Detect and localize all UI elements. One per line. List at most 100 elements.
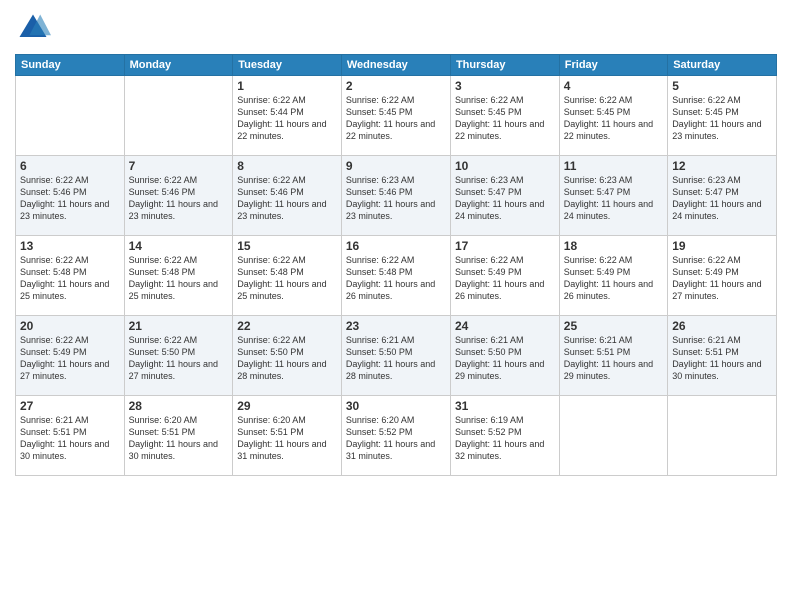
day-number: 20 — [20, 319, 120, 333]
calendar-cell — [124, 76, 233, 156]
day-info: Sunrise: 6:22 AM Sunset: 5:46 PM Dayligh… — [20, 174, 120, 223]
day-number: 12 — [672, 159, 772, 173]
calendar-week-5: 27Sunrise: 6:21 AM Sunset: 5:51 PM Dayli… — [16, 396, 777, 476]
calendar-cell: 3Sunrise: 6:22 AM Sunset: 5:45 PM Daylig… — [450, 76, 559, 156]
calendar-week-4: 20Sunrise: 6:22 AM Sunset: 5:49 PM Dayli… — [16, 316, 777, 396]
header — [15, 10, 777, 46]
day-info: Sunrise: 6:22 AM Sunset: 5:49 PM Dayligh… — [564, 254, 663, 303]
calendar-cell: 1Sunrise: 6:22 AM Sunset: 5:44 PM Daylig… — [233, 76, 342, 156]
calendar-cell: 20Sunrise: 6:22 AM Sunset: 5:49 PM Dayli… — [16, 316, 125, 396]
calendar-header-saturday: Saturday — [668, 55, 777, 76]
calendar-cell: 7Sunrise: 6:22 AM Sunset: 5:46 PM Daylig… — [124, 156, 233, 236]
day-info: Sunrise: 6:22 AM Sunset: 5:48 PM Dayligh… — [129, 254, 229, 303]
day-info: Sunrise: 6:21 AM Sunset: 5:51 PM Dayligh… — [564, 334, 663, 383]
day-number: 31 — [455, 399, 555, 413]
calendar-header-row: SundayMondayTuesdayWednesdayThursdayFrid… — [16, 55, 777, 76]
day-number: 24 — [455, 319, 555, 333]
day-number: 18 — [564, 239, 663, 253]
calendar-cell: 2Sunrise: 6:22 AM Sunset: 5:45 PM Daylig… — [341, 76, 450, 156]
day-number: 9 — [346, 159, 446, 173]
day-info: Sunrise: 6:20 AM Sunset: 5:51 PM Dayligh… — [129, 414, 229, 463]
calendar-cell: 28Sunrise: 6:20 AM Sunset: 5:51 PM Dayli… — [124, 396, 233, 476]
calendar-header-friday: Friday — [559, 55, 667, 76]
calendar-header-thursday: Thursday — [450, 55, 559, 76]
page: SundayMondayTuesdayWednesdayThursdayFrid… — [0, 0, 792, 612]
day-number: 7 — [129, 159, 229, 173]
calendar-cell: 8Sunrise: 6:22 AM Sunset: 5:46 PM Daylig… — [233, 156, 342, 236]
day-number: 8 — [237, 159, 337, 173]
day-info: Sunrise: 6:22 AM Sunset: 5:46 PM Dayligh… — [129, 174, 229, 223]
calendar-cell: 13Sunrise: 6:22 AM Sunset: 5:48 PM Dayli… — [16, 236, 125, 316]
calendar-cell: 18Sunrise: 6:22 AM Sunset: 5:49 PM Dayli… — [559, 236, 667, 316]
day-number: 5 — [672, 79, 772, 93]
day-number: 17 — [455, 239, 555, 253]
calendar-cell: 31Sunrise: 6:19 AM Sunset: 5:52 PM Dayli… — [450, 396, 559, 476]
day-info: Sunrise: 6:22 AM Sunset: 5:46 PM Dayligh… — [237, 174, 337, 223]
calendar-cell: 17Sunrise: 6:22 AM Sunset: 5:49 PM Dayli… — [450, 236, 559, 316]
day-number: 16 — [346, 239, 446, 253]
calendar-cell: 16Sunrise: 6:22 AM Sunset: 5:48 PM Dayli… — [341, 236, 450, 316]
calendar-cell: 15Sunrise: 6:22 AM Sunset: 5:48 PM Dayli… — [233, 236, 342, 316]
day-number: 11 — [564, 159, 663, 173]
calendar-cell: 24Sunrise: 6:21 AM Sunset: 5:50 PM Dayli… — [450, 316, 559, 396]
day-number: 22 — [237, 319, 337, 333]
day-info: Sunrise: 6:23 AM Sunset: 5:47 PM Dayligh… — [455, 174, 555, 223]
calendar-cell — [668, 396, 777, 476]
calendar-week-2: 6Sunrise: 6:22 AM Sunset: 5:46 PM Daylig… — [16, 156, 777, 236]
day-info: Sunrise: 6:22 AM Sunset: 5:50 PM Dayligh… — [237, 334, 337, 383]
calendar-cell — [16, 76, 125, 156]
logo-icon — [15, 10, 51, 46]
day-info: Sunrise: 6:22 AM Sunset: 5:44 PM Dayligh… — [237, 94, 337, 143]
calendar-header-monday: Monday — [124, 55, 233, 76]
calendar-header-tuesday: Tuesday — [233, 55, 342, 76]
day-number: 14 — [129, 239, 229, 253]
day-info: Sunrise: 6:23 AM Sunset: 5:47 PM Dayligh… — [672, 174, 772, 223]
calendar-cell: 19Sunrise: 6:22 AM Sunset: 5:49 PM Dayli… — [668, 236, 777, 316]
day-info: Sunrise: 6:21 AM Sunset: 5:50 PM Dayligh… — [346, 334, 446, 383]
day-info: Sunrise: 6:21 AM Sunset: 5:50 PM Dayligh… — [455, 334, 555, 383]
calendar-cell: 14Sunrise: 6:22 AM Sunset: 5:48 PM Dayli… — [124, 236, 233, 316]
day-number: 19 — [672, 239, 772, 253]
calendar-cell: 30Sunrise: 6:20 AM Sunset: 5:52 PM Dayli… — [341, 396, 450, 476]
day-number: 21 — [129, 319, 229, 333]
calendar-cell: 22Sunrise: 6:22 AM Sunset: 5:50 PM Dayli… — [233, 316, 342, 396]
day-info: Sunrise: 6:22 AM Sunset: 5:45 PM Dayligh… — [564, 94, 663, 143]
calendar-cell: 4Sunrise: 6:22 AM Sunset: 5:45 PM Daylig… — [559, 76, 667, 156]
calendar-cell: 21Sunrise: 6:22 AM Sunset: 5:50 PM Dayli… — [124, 316, 233, 396]
day-number: 25 — [564, 319, 663, 333]
day-number: 29 — [237, 399, 337, 413]
day-info: Sunrise: 6:21 AM Sunset: 5:51 PM Dayligh… — [672, 334, 772, 383]
day-number: 6 — [20, 159, 120, 173]
calendar-cell: 12Sunrise: 6:23 AM Sunset: 5:47 PM Dayli… — [668, 156, 777, 236]
calendar-cell: 29Sunrise: 6:20 AM Sunset: 5:51 PM Dayli… — [233, 396, 342, 476]
calendar-header-sunday: Sunday — [16, 55, 125, 76]
day-info: Sunrise: 6:22 AM Sunset: 5:49 PM Dayligh… — [672, 254, 772, 303]
calendar-cell: 11Sunrise: 6:23 AM Sunset: 5:47 PM Dayli… — [559, 156, 667, 236]
calendar-header-wednesday: Wednesday — [341, 55, 450, 76]
day-number: 2 — [346, 79, 446, 93]
calendar-cell: 23Sunrise: 6:21 AM Sunset: 5:50 PM Dayli… — [341, 316, 450, 396]
day-number: 28 — [129, 399, 229, 413]
day-info: Sunrise: 6:22 AM Sunset: 5:45 PM Dayligh… — [672, 94, 772, 143]
day-info: Sunrise: 6:20 AM Sunset: 5:51 PM Dayligh… — [237, 414, 337, 463]
day-number: 3 — [455, 79, 555, 93]
calendar-cell: 26Sunrise: 6:21 AM Sunset: 5:51 PM Dayli… — [668, 316, 777, 396]
logo — [15, 10, 53, 46]
calendar-cell: 5Sunrise: 6:22 AM Sunset: 5:45 PM Daylig… — [668, 76, 777, 156]
day-info: Sunrise: 6:22 AM Sunset: 5:45 PM Dayligh… — [346, 94, 446, 143]
day-info: Sunrise: 6:22 AM Sunset: 5:49 PM Dayligh… — [455, 254, 555, 303]
day-info: Sunrise: 6:20 AM Sunset: 5:52 PM Dayligh… — [346, 414, 446, 463]
day-number: 10 — [455, 159, 555, 173]
day-number: 1 — [237, 79, 337, 93]
calendar-table: SundayMondayTuesdayWednesdayThursdayFrid… — [15, 54, 777, 476]
calendar-cell: 10Sunrise: 6:23 AM Sunset: 5:47 PM Dayli… — [450, 156, 559, 236]
day-info: Sunrise: 6:22 AM Sunset: 5:48 PM Dayligh… — [237, 254, 337, 303]
calendar-week-3: 13Sunrise: 6:22 AM Sunset: 5:48 PM Dayli… — [16, 236, 777, 316]
day-info: Sunrise: 6:21 AM Sunset: 5:51 PM Dayligh… — [20, 414, 120, 463]
calendar-cell: 6Sunrise: 6:22 AM Sunset: 5:46 PM Daylig… — [16, 156, 125, 236]
calendar-week-1: 1Sunrise: 6:22 AM Sunset: 5:44 PM Daylig… — [16, 76, 777, 156]
day-info: Sunrise: 6:23 AM Sunset: 5:46 PM Dayligh… — [346, 174, 446, 223]
day-info: Sunrise: 6:22 AM Sunset: 5:49 PM Dayligh… — [20, 334, 120, 383]
day-number: 15 — [237, 239, 337, 253]
calendar-cell: 9Sunrise: 6:23 AM Sunset: 5:46 PM Daylig… — [341, 156, 450, 236]
